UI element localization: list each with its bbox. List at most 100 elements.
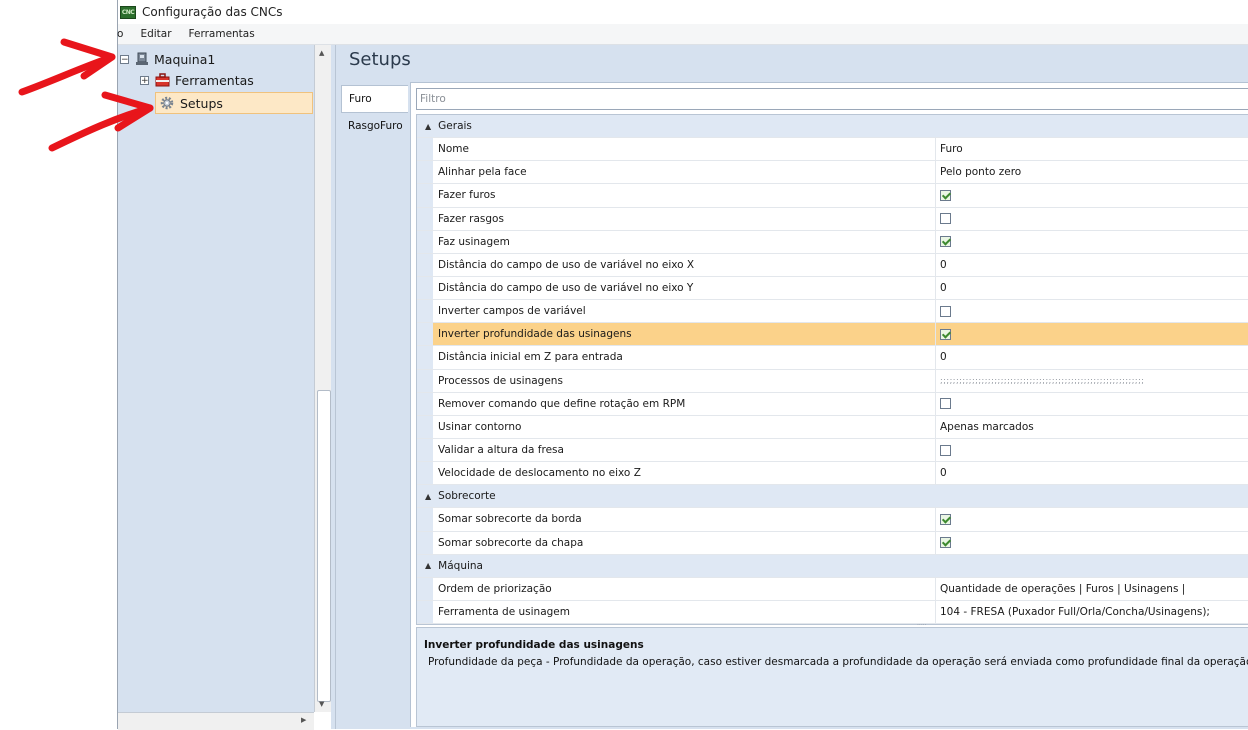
collapse-icon[interactable]: − (120, 54, 129, 64)
property-row[interactable]: Faz usinagem (417, 230, 1248, 254)
property-row[interactable]: Fazer furos (417, 184, 1248, 208)
property-name: Processos de usinagens (433, 369, 936, 392)
collapse-arrow-icon[interactable]: ▲ (425, 492, 431, 501)
menu-arquivo[interactable]: o (117, 28, 123, 40)
row-indent (417, 438, 433, 462)
checkbox-unchecked[interactable] (940, 213, 951, 225)
cnc-app-icon: CNC (120, 5, 136, 19)
setups-panel: Setups Furo RasgoFuro ▲ Gerais Nome Furo Ali… (336, 45, 1248, 729)
property-row[interactable]: Distância do campo de uso de variável no… (417, 276, 1248, 301)
property-name: Usinar contorno (433, 415, 936, 438)
gear-icon (160, 96, 174, 110)
tree-item-setups[interactable]: Setups (155, 92, 313, 114)
category-label: ▲ Máquina (417, 555, 483, 577)
property-row[interactable]: Ordem de priorização Quantidade de operaç… (417, 577, 1248, 601)
row-indent (417, 253, 433, 276)
scroll-right-icon[interactable]: ▶ (301, 716, 306, 724)
category-row[interactable]: ▲ Gerais (417, 115, 1248, 139)
filter-input[interactable] (417, 89, 1248, 109)
tree-item-maquina1[interactable]: − Maquina1 (120, 49, 215, 69)
property-value (936, 208, 1248, 230)
description-title: Inverter profundidade das usinagens (424, 639, 644, 651)
property-value-text: Quantidade de operações | Furos | Usinag… (940, 582, 1186, 595)
property-value-text: 0 (940, 351, 947, 364)
menu-editar[interactable]: Editar (140, 28, 171, 40)
checkbox-unchecked[interactable] (940, 444, 951, 456)
property-name: Velocidade de deslocamento no eixo Z (433, 462, 936, 485)
property-value-text: 104 - FRESA (Puxador Full/Orla/Concha/Us… (940, 606, 1210, 619)
property-row[interactable]: Fazer rasgos (417, 207, 1248, 231)
menu-bar: o Editar Ferramentas (117, 24, 1248, 45)
property-value[interactable]: 0 (936, 277, 1248, 299)
category-name: Sobrecorte (438, 490, 496, 503)
property-row[interactable]: Validar a altura da fresa (417, 438, 1248, 463)
category-row[interactable]: ▲ Máquina (417, 554, 1248, 578)
property-row[interactable]: Nome Furo (417, 138, 1248, 162)
cnc-config-window: CNC Configuração das CNCs o Editar Ferra… (117, 0, 1248, 730)
property-row[interactable]: Alinhar pela face Pelo ponto zero (417, 161, 1248, 185)
property-value[interactable]: 104 - FRESA (Puxador Full/Orla/Concha/Us… (936, 601, 1248, 623)
property-row[interactable]: Usinar contorno Apenas marcados (417, 415, 1248, 439)
tab-furo[interactable]: Furo (341, 85, 408, 113)
property-row[interactable]: Ferramenta de usinagem 104 - FRESA (Puxad… (417, 600, 1248, 624)
property-value (936, 439, 1248, 461)
tree-vertical-scrollbar[interactable]: ▲ ▼ (314, 45, 332, 712)
category-name: Gerais (438, 120, 472, 133)
tree-scroll-thumb[interactable] (317, 390, 331, 702)
checkbox-checked[interactable] (940, 236, 951, 248)
checkbox-checked[interactable] (940, 328, 951, 340)
checkbox-unchecked[interactable] (940, 398, 951, 410)
property-row[interactable]: Remover comando que define rotação em RP… (417, 392, 1248, 416)
collapse-arrow-icon[interactable]: ▲ (425, 122, 431, 131)
row-indent (417, 369, 433, 392)
property-name: Ferramenta de usinagem (433, 600, 936, 624)
row-indent (417, 415, 433, 438)
row-indent (417, 577, 433, 600)
property-row[interactable]: Distância inicial em Z para entrada 0 (417, 346, 1248, 370)
property-value[interactable]: ;;;;;;;;;;;;;;;;;;;;;;;;;;;;;;;;;;;;;;;;… (936, 370, 1248, 392)
property-row[interactable]: Inverter profundidade das usinagens (417, 323, 1248, 347)
tab-rasgofuro[interactable]: RasgoFuro (341, 113, 408, 141)
property-value-text: 0 (940, 258, 947, 271)
property-value (936, 393, 1248, 415)
category-name: Máquina (438, 559, 483, 572)
property-value (936, 231, 1248, 253)
row-indent (417, 323, 433, 346)
tree-item-ferramentas[interactable]: + Ferramentas (140, 70, 254, 90)
property-value[interactable]: Pelo ponto zero (936, 161, 1248, 183)
property-row[interactable]: Somar sobrecorte da chapa (417, 531, 1248, 555)
property-row[interactable]: Distância do campo de uso de variável no… (417, 253, 1248, 277)
row-indent (417, 508, 433, 531)
property-name: Inverter profundidade das usinagens (433, 323, 936, 346)
tree-label-maquina1: Maquina1 (154, 51, 216, 67)
tree-horizontal-scrollbar[interactable]: ▶ (118, 712, 314, 730)
checkbox-checked[interactable] (940, 537, 951, 549)
property-value[interactable]: 0 (936, 254, 1248, 276)
setup-tabs: Furo RasgoFuro (336, 82, 410, 729)
collapse-arrow-icon[interactable]: ▲ (425, 561, 431, 570)
property-row[interactable]: Processos de usinagens;;;;;;;;;;;;;;;;;;… (417, 369, 1248, 393)
scroll-down-icon[interactable]: ▼ (319, 700, 324, 708)
checkbox-checked[interactable] (940, 189, 951, 201)
expand-icon[interactable]: + (140, 75, 149, 85)
setups-title: Setups (349, 49, 411, 70)
property-value[interactable]: Apenas marcados (936, 416, 1248, 438)
property-name: Distância inicial em Z para entrada (433, 346, 936, 369)
row-indent (417, 184, 433, 207)
property-value[interactable]: 0 (936, 462, 1248, 484)
property-value[interactable]: 0 (936, 346, 1248, 368)
property-row[interactable]: Velocidade de deslocamento no eixo Z 0 (417, 462, 1248, 486)
row-indent (417, 462, 433, 485)
property-name: Fazer rasgos (433, 207, 936, 230)
row-indent (417, 161, 433, 184)
property-row[interactable]: Inverter campos de variável (417, 300, 1248, 324)
checkbox-unchecked[interactable] (940, 305, 951, 317)
category-row[interactable]: ▲ Sobrecorte (417, 485, 1248, 509)
scroll-up-icon[interactable]: ▲ (319, 49, 324, 57)
checkbox-checked[interactable] (940, 513, 951, 525)
filter-field[interactable] (416, 88, 1248, 110)
property-row[interactable]: Somar sobrecorte da borda (417, 508, 1248, 532)
menu-ferramentas[interactable]: Ferramentas (189, 28, 255, 40)
property-value[interactable]: Quantidade de operações | Furos | Usinag… (936, 578, 1248, 600)
property-value[interactable]: Furo (936, 138, 1248, 160)
